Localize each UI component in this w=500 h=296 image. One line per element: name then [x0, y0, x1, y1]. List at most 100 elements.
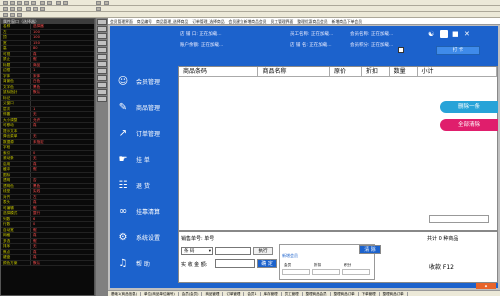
cut-icon[interactable] [17, 1, 22, 5]
form-tab-1[interactable]: 商品编号 [135, 19, 154, 24]
property-key: 停靠 [1, 112, 31, 117]
shirt-icon[interactable]: ■ [452, 30, 460, 38]
account-icon[interactable] [440, 30, 448, 38]
delete-one-button[interactable]: 删除一条 [440, 101, 498, 113]
image-tool-icon[interactable] [97, 47, 107, 53]
sidebar-item-0[interactable]: ☺ 会员管理 [116, 70, 176, 92]
sidebar-item-1[interactable]: ✎ 商品管理 [116, 96, 176, 118]
component-toolbox [95, 18, 108, 296]
grid-icon[interactable] [96, 7, 101, 11]
status-tab-5[interactable]: 会员1 [244, 292, 261, 296]
copy-icon[interactable] [24, 1, 29, 5]
status-tab-7[interactable]: 员工管理 [281, 292, 303, 296]
save-icon[interactable] [10, 1, 15, 5]
close-icon[interactable]: ✕ [464, 30, 472, 38]
points-member-field[interactable] [282, 269, 310, 275]
align-right-icon[interactable] [17, 7, 22, 11]
radio-tool-icon[interactable] [97, 68, 107, 74]
points-score-field[interactable] [342, 269, 370, 275]
clock-in-button[interactable]: 打 卡 [436, 46, 480, 55]
list-tool-icon[interactable] [97, 54, 107, 60]
status-tab-11[interactable]: 整理商品订单 [379, 292, 408, 296]
undo-icon[interactable] [40, 1, 45, 5]
column-header[interactable]: 商品名称 [258, 67, 331, 76]
points-discount-field[interactable] [312, 269, 340, 275]
underline-icon[interactable] [40, 7, 45, 11]
column-header[interactable]: 折扣 [362, 67, 390, 76]
status-tab-8[interactable]: 整理商品会员 [302, 292, 331, 296]
property-row[interactable]: 颜色方案 默认 [1, 260, 94, 266]
property-key: 可编辑 [1, 205, 31, 210]
play-icon[interactable] [96, 1, 101, 5]
clear-all-button[interactable]: 全部清除 [440, 119, 498, 131]
property-value: 无 [33, 112, 37, 116]
property-value: 6 [33, 216, 36, 221]
sidebar-item-label: 挂 单 [136, 156, 150, 164]
align-center-icon[interactable] [10, 7, 15, 11]
form-tab-5[interactable]: 员工管理界面 [269, 19, 296, 24]
clear-button[interactable]: 清 除 [359, 245, 381, 254]
button-tool-icon[interactable] [97, 33, 107, 39]
sidebar-item-2[interactable]: ↗ 订单管理 [116, 122, 176, 144]
check-tool-icon[interactable] [97, 61, 107, 67]
redo-icon[interactable] [47, 1, 52, 5]
status-tab-3[interactable]: 商品管理 [202, 292, 224, 296]
property-key: 可移动 [1, 123, 31, 128]
execute-button[interactable]: 执行 [253, 247, 273, 255]
label-tool-icon[interactable] [97, 26, 107, 32]
sidebar-item-6[interactable]: ⚙ 系统设置 [116, 226, 176, 248]
sidebar-item-5[interactable]: ∞ 挂靠清算 [116, 200, 176, 222]
timer-tool-icon[interactable] [97, 89, 107, 95]
property-value [31, 145, 94, 150]
property-value: 真 [33, 200, 37, 204]
summary-box [429, 215, 489, 223]
lock-icon[interactable] [398, 47, 404, 53]
table-tool-icon[interactable] [97, 82, 107, 88]
info-store-name: 店 铺 名: 正在加载... [290, 43, 332, 48]
stop-icon[interactable] [63, 1, 68, 5]
form-tab-0[interactable]: 会员管理界面 [108, 19, 135, 24]
tab-tool-icon[interactable] [97, 96, 107, 102]
file-icon[interactable] [3, 1, 8, 5]
sidebar-item-7[interactable]: ♫ 帮 助 [116, 252, 176, 274]
column-header[interactable]: 小计 [418, 67, 497, 76]
debug-icon[interactable] [104, 1, 109, 5]
form-tab-2[interactable]: 商品管理_选择商品 [154, 19, 190, 24]
align-left-icon[interactable] [3, 7, 8, 11]
column-header[interactable]: 原价 [330, 67, 362, 76]
form-tab-3[interactable]: 订单管理_选择商品 [190, 19, 226, 24]
confirm-button[interactable]: 确 定 [257, 259, 277, 268]
status-tab-1[interactable]: 单位(商品单位编号) [140, 292, 179, 296]
search-type-select[interactable]: 条 码 ▾ [181, 247, 213, 255]
sidebar-item-3[interactable]: ☛ 挂 单 [116, 148, 176, 170]
sidebar-item-label: 帮 助 [136, 260, 150, 268]
checkout-label[interactable]: 收款 F12 [429, 262, 454, 271]
column-header[interactable]: 商品条码 [179, 67, 259, 76]
form-tab-6[interactable]: 整理优惠商品会员 [295, 19, 329, 24]
bold-icon[interactable] [26, 7, 31, 11]
edit-tool-icon[interactable] [97, 40, 107, 46]
sidebar-item-4[interactable]: ☷ 退 货 [116, 174, 176, 196]
order-icon[interactable] [17, 13, 22, 17]
spacing-icon[interactable] [10, 13, 15, 17]
column-header[interactable]: 数量 [390, 67, 418, 76]
form-tab-4[interactable]: 会员建立新增商品会员 [227, 19, 269, 24]
pointer-tool-icon[interactable] [97, 19, 107, 25]
status-tab-9[interactable]: 整理商品订单 [330, 292, 359, 296]
barcode-input[interactable] [215, 247, 251, 255]
run-icon[interactable] [56, 1, 61, 5]
property-value: 无 [33, 244, 37, 248]
status-tab-10[interactable]: 下单管理 [358, 292, 380, 296]
user-icon[interactable]: ☯ [428, 30, 436, 38]
combo-tool-icon[interactable] [97, 75, 107, 81]
amount-input[interactable] [215, 259, 255, 268]
status-tab-2[interactable]: 会员(会员) [178, 292, 203, 296]
property-key: 对齐 [1, 194, 31, 199]
italic-icon[interactable] [33, 7, 38, 11]
status-tab-4[interactable]: 订单管理 [223, 292, 245, 296]
size-icon[interactable] [3, 13, 8, 17]
status-tab-0[interactable]: 基础1(商品信息) [108, 292, 141, 296]
paste-icon[interactable] [31, 1, 36, 5]
status-tab-6[interactable]: 库存管理 [260, 292, 282, 296]
form-tab-7[interactable]: 新增商品下单会员 [330, 19, 364, 24]
